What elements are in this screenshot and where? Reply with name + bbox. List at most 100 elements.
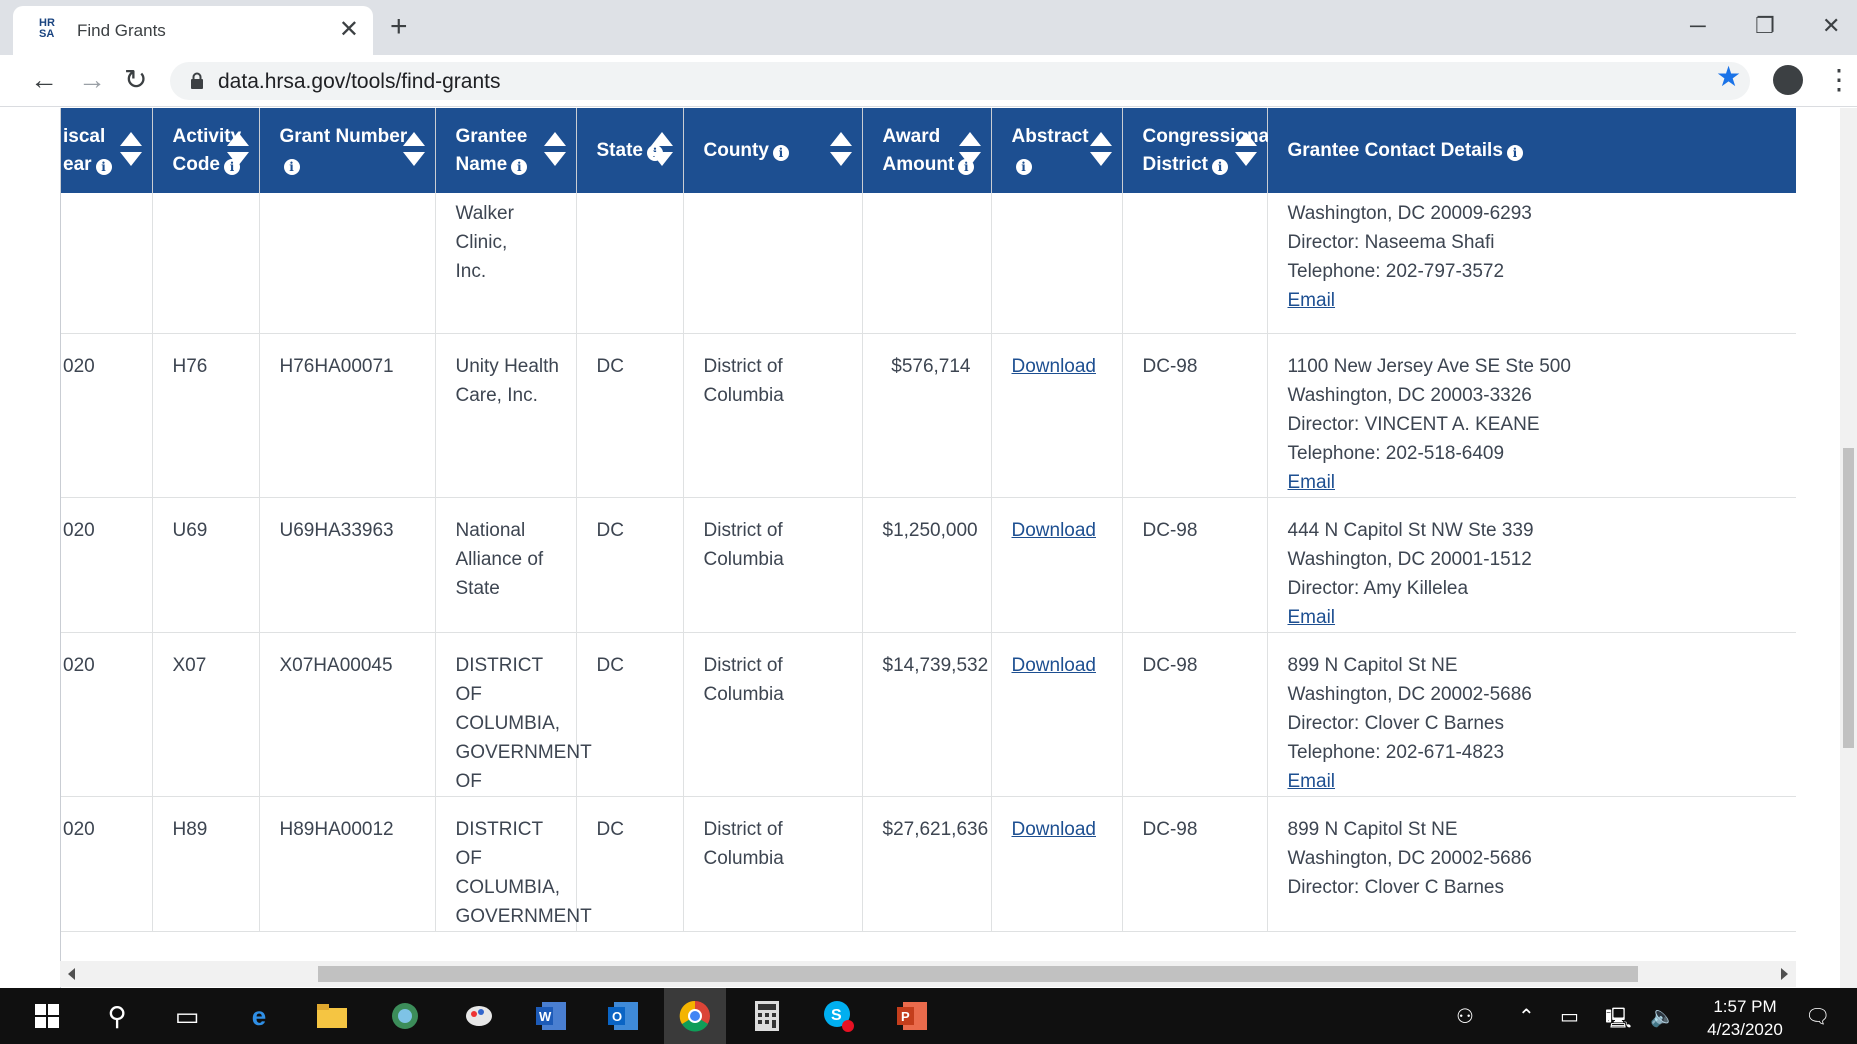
table-horizontal-scrollbar[interactable]	[60, 961, 1796, 987]
info-icon[interactable]: i	[1506, 144, 1523, 161]
notifications-icon[interactable]: 🗨	[1805, 1004, 1830, 1029]
restore-icon[interactable]: ❐	[1755, 8, 1775, 44]
download-link[interactable]: Download	[1012, 520, 1097, 541]
grantee-name-line: GOVERNMENT	[455, 905, 592, 927]
browser-tab[interactable]: HR SA Find Grants ✕	[13, 6, 373, 55]
clock-date: 4/23/2020	[1707, 1020, 1783, 1039]
county-cell: District of Columbia	[683, 796, 863, 932]
window-close-icon[interactable]: ✕	[1822, 8, 1840, 44]
download-link[interactable]: Download	[1012, 819, 1097, 840]
sort-icon[interactable]	[650, 132, 673, 168]
email-link[interactable]: Email	[1288, 472, 1336, 493]
system-clock[interactable]: 1:57 PM 4/23/2020	[1690, 995, 1800, 1041]
scroll-thumb[interactable]	[1843, 448, 1854, 748]
congressional-district-cell: DC-98	[1122, 497, 1268, 633]
calculator-icon[interactable]	[748, 997, 786, 1035]
info-icon[interactable]: i	[95, 158, 112, 175]
county-cell: District of Columbia	[683, 632, 863, 797]
info-icon[interactable]: i	[283, 158, 300, 175]
file-explorer-icon[interactable]	[313, 997, 351, 1035]
sort-icon[interactable]	[1234, 132, 1257, 168]
start-icon[interactable]	[28, 997, 66, 1035]
abstract-cell: Download	[991, 497, 1123, 633]
activity-code-cell: H76	[152, 333, 260, 498]
email-link[interactable]: Email	[1288, 771, 1336, 792]
info-icon[interactable]: i	[1015, 158, 1032, 175]
edge-icon[interactable]: e	[240, 997, 278, 1035]
volume-icon[interactable]: 🔈	[1650, 1004, 1675, 1029]
address-bar[interactable]: data.hrsa.gov/tools/find-grants	[170, 62, 1750, 100]
col-state[interactable]: State i	[576, 108, 684, 193]
header-label: Grantee Contact Details	[1287, 139, 1503, 161]
contact-cell: 444 N Capitol St NW Ste 339 Washington, D…	[1267, 497, 1796, 633]
sort-icon[interactable]	[829, 132, 852, 168]
outlook-icon[interactable]: O	[604, 997, 642, 1035]
contact-cell: 1100 New Jersey Ave SE Ste 500 Washington…	[1267, 333, 1796, 498]
info-icon[interactable]: i	[511, 158, 528, 175]
people-icon[interactable]: ⚇	[1456, 1004, 1474, 1029]
grant-number-cell: X07HA00045	[259, 632, 436, 797]
powerpoint-icon[interactable]: P	[893, 997, 931, 1035]
fiscal-year-cell: 020	[61, 333, 153, 498]
new-tab-button[interactable]: +	[390, 12, 408, 42]
back-arrow-icon[interactable]: ←	[30, 63, 58, 97]
activity-code-cell: X07	[152, 632, 260, 797]
reload-icon[interactable]: ↻	[124, 63, 147, 97]
page-vertical-scrollbar[interactable]	[1840, 108, 1857, 988]
lock-icon	[191, 72, 203, 89]
sort-icon[interactable]	[402, 132, 425, 168]
contact-cell: 899 N Capitol St NE Washington, DC 20002-…	[1267, 796, 1796, 932]
col-county[interactable]: County i	[683, 108, 863, 193]
info-icon[interactable]: i	[1211, 158, 1228, 175]
sort-icon[interactable]	[958, 132, 981, 168]
col-congressional-district[interactable]: Congressional District i	[1122, 108, 1274, 193]
tab-close-icon[interactable]: ✕	[339, 18, 359, 42]
skype-icon[interactable]: S	[820, 997, 858, 1035]
col-grant-number[interactable]: Grant Number i	[259, 108, 436, 193]
sort-icon[interactable]	[1089, 132, 1112, 168]
county-cell: District of Columbia	[683, 333, 863, 498]
grant-number-cell: U69HA33963	[259, 497, 436, 633]
maps-icon[interactable]	[386, 997, 424, 1035]
scroll-right-icon[interactable]	[1781, 968, 1788, 980]
task-view-icon[interactable]: ▭	[168, 997, 206, 1035]
info-icon[interactable]: i	[772, 144, 789, 161]
page-content: iscal ear i Activity Code i Grant Number i Gr…	[0, 108, 1857, 988]
award-amount-cell: $14,739,532	[862, 632, 992, 797]
grantee-name-line: State	[455, 577, 500, 599]
forward-arrow-icon[interactable]: →	[78, 63, 106, 97]
chrome-icon[interactable]	[676, 997, 714, 1035]
search-icon[interactable]: ⚲	[98, 997, 136, 1035]
sort-icon[interactable]	[226, 132, 249, 168]
fiscal-year-cell: 020	[61, 632, 153, 797]
grantee-name-cell: Unity Health Care, Inc.	[435, 333, 577, 498]
download-link[interactable]: Download	[1012, 655, 1097, 676]
minimize-icon[interactable]: ─	[1690, 8, 1706, 44]
url-text[interactable]: data.hrsa.gov/tools/find-grants	[218, 70, 501, 94]
scroll-thumb[interactable]	[318, 966, 1638, 982]
email-link[interactable]: Email	[1288, 290, 1336, 311]
state-cell: DC	[576, 497, 684, 633]
col-grantee-name[interactable]: Grantee Name i	[435, 108, 577, 193]
col-award-amount[interactable]: Award Amount i	[862, 108, 992, 193]
col-abstract[interactable]: Abstract i	[991, 108, 1123, 193]
download-link[interactable]: Download	[1012, 356, 1097, 377]
paint-icon[interactable]	[460, 997, 498, 1035]
browser-menu-icon[interactable]: ⋮	[1825, 63, 1853, 97]
svg-text:O: O	[612, 1009, 622, 1024]
profile-avatar-icon[interactable]	[1773, 65, 1803, 95]
bookmark-star-icon[interactable]: ★	[1716, 61, 1741, 93]
sort-icon[interactable]	[119, 132, 142, 168]
network-icon[interactable]: 🖳	[1605, 1004, 1632, 1038]
email-link[interactable]: Email	[1288, 607, 1336, 628]
col-activity-code[interactable]: Activity Code i	[152, 108, 260, 193]
col-fiscal-year[interactable]: iscal ear i	[61, 108, 153, 193]
scroll-left-icon[interactable]	[68, 968, 75, 980]
word-icon[interactable]: W	[532, 997, 570, 1035]
svg-text:P: P	[901, 1009, 910, 1024]
battery-icon[interactable]: ▭	[1560, 1004, 1579, 1029]
svg-text:S: S	[831, 1007, 842, 1024]
sort-icon[interactable]	[543, 132, 566, 168]
show-hidden-icons-chevron-icon[interactable]: ⌃	[1518, 1004, 1535, 1029]
browser-toolbar: ← → ↻ data.hrsa.gov/tools/find-grants ★ …	[0, 55, 1857, 107]
